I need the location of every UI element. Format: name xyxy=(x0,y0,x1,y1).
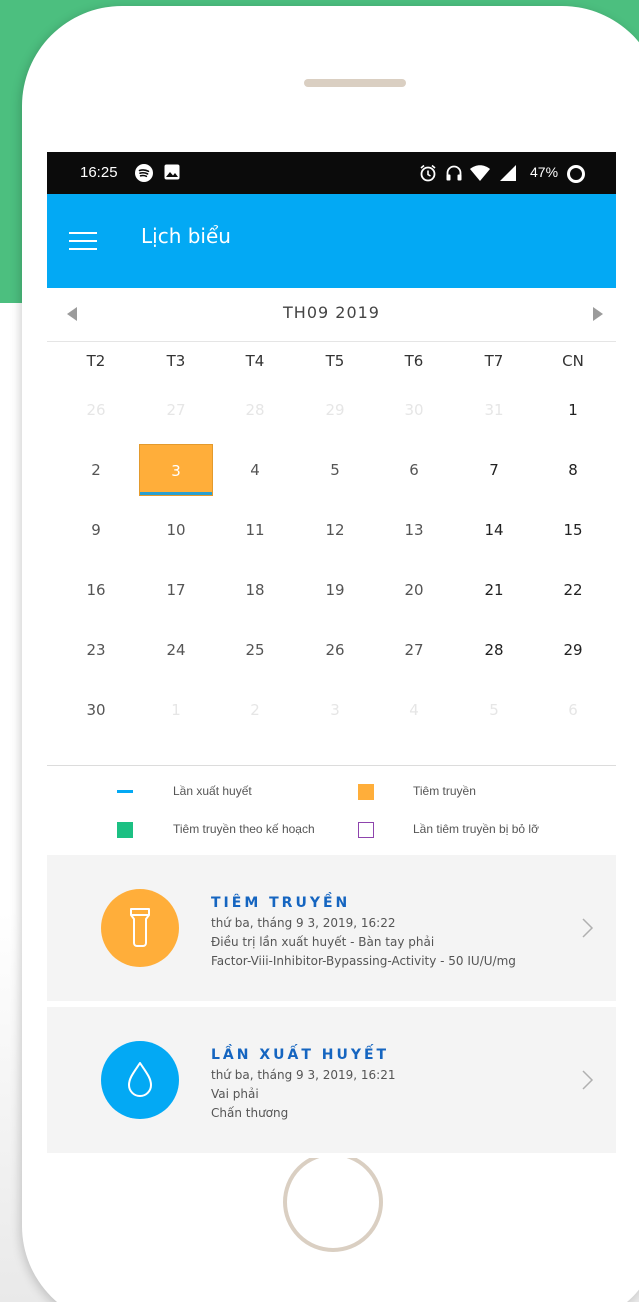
drop-icon xyxy=(101,1041,179,1119)
weekday-label: CN xyxy=(562,352,584,370)
page-title: Lịch biểu xyxy=(141,224,231,248)
calendar-legend: Lần xuất huyết Tiêm truyền Tiêm truyền t… xyxy=(47,765,616,855)
event-product: Factor-Viii-Inhibitor-Bypassing-Activity… xyxy=(211,954,516,968)
battery-percent: 47% xyxy=(530,164,559,180)
calendar-day[interactable]: 5 xyxy=(298,444,372,496)
calendar-day[interactable]: 27 xyxy=(377,624,451,676)
event-date: thứ ba, tháng 9 3, 2019, 16:21 xyxy=(211,1068,396,1082)
calendar-day[interactable]: 28 xyxy=(457,624,531,676)
next-month-arrow-icon[interactable] xyxy=(593,307,603,321)
event-card-infusion[interactable]: TIÊM TRUYỀN thứ ba, tháng 9 3, 2019, 16:… xyxy=(47,855,616,1001)
calendar-day[interactable]: 4 xyxy=(377,684,451,736)
calendar-day[interactable]: 11 xyxy=(218,504,292,556)
calendar-day[interactable]: 30 xyxy=(59,684,133,736)
status-bar: 16:25 47% xyxy=(47,152,616,194)
calendar-day[interactable]: 16 xyxy=(59,564,133,616)
calendar-day[interactable]: 6 xyxy=(377,444,451,496)
calendar-day[interactable]: 9 xyxy=(59,504,133,556)
cellular-signal-icon xyxy=(499,164,517,186)
alarm-icon xyxy=(419,164,437,186)
app-screen: 16:25 47% Lịch biểu TH09 2019 T2 T3 T4 T… xyxy=(47,152,616,1158)
missed-legend-swatch xyxy=(358,822,374,838)
calendar-day[interactable]: 29 xyxy=(298,384,372,436)
calendar-day[interactable]: 5 xyxy=(457,684,531,736)
calendar-day[interactable]: 25 xyxy=(218,624,292,676)
infusion-legend-swatch xyxy=(358,784,374,800)
calendar-day[interactable]: 8 xyxy=(536,444,610,496)
calendar-day[interactable]: 4 xyxy=(218,444,292,496)
calendar-day[interactable]: 12 xyxy=(298,504,372,556)
legend-bleed-label: Lần xuất huyết xyxy=(173,784,252,798)
calendar-day[interactable]: 27 xyxy=(139,384,213,436)
home-button[interactable] xyxy=(283,1152,383,1252)
calendar-day[interactable]: 2 xyxy=(218,684,292,736)
calendar-day[interactable]: 6 xyxy=(536,684,610,736)
calendar-day[interactable]: 21 xyxy=(457,564,531,616)
calendar-day[interactable]: 30 xyxy=(377,384,451,436)
bleed-legend-swatch xyxy=(117,790,133,793)
calendar-day[interactable]: 7 xyxy=(457,444,531,496)
calendar-day-grid: 26 27 28 29 30 31 1 2 3 4 5 6 7 8 9 10 11 12 13 14 15 16 17 18 1… xyxy=(47,384,616,754)
planned-legend-swatch xyxy=(117,822,133,838)
event-title: TIÊM TRUYỀN xyxy=(211,895,351,911)
calendar-day[interactable]: 14 xyxy=(457,504,531,556)
weekday-label: T4 xyxy=(245,352,265,370)
vial-icon xyxy=(101,889,179,967)
month-navigation: TH09 2019 xyxy=(47,288,616,342)
legend-infusion-label: Tiêm truyền xyxy=(413,784,476,798)
app-bar: Lịch biểu xyxy=(47,194,616,288)
calendar-day[interactable]: 15 xyxy=(536,504,610,556)
weekday-label: T2 xyxy=(86,352,106,370)
hamburger-menu-icon[interactable] xyxy=(69,232,97,252)
calendar-day[interactable]: 22 xyxy=(536,564,610,616)
calendar-day[interactable]: 10 xyxy=(139,504,213,556)
calendar-day[interactable]: 28 xyxy=(218,384,292,436)
calendar-day[interactable]: 2 xyxy=(59,444,133,496)
status-time: 16:25 xyxy=(80,164,118,181)
headset-icon xyxy=(445,164,463,186)
legend-missed-label: Lần tiêm truyền bị bỏ lỡ xyxy=(413,822,539,836)
spotify-icon xyxy=(135,164,153,186)
chevron-right-icon xyxy=(581,917,595,939)
event-title: LẦN XUẤT HUYẾT xyxy=(211,1047,390,1063)
event-detail: Điều trị lần xuất huyết - Bàn tay phải xyxy=(211,935,435,949)
chevron-right-icon xyxy=(581,1069,595,1091)
legend-planned-label: Tiêm truyền theo kế hoạch xyxy=(173,822,315,836)
calendar-day[interactable]: 1 xyxy=(139,684,213,736)
calendar-day[interactable]: 1 xyxy=(536,384,610,436)
calendar-day[interactable]: 29 xyxy=(536,624,610,676)
weekday-label: T5 xyxy=(325,352,345,370)
weekday-label: T6 xyxy=(404,352,424,370)
calendar-day[interactable]: 26 xyxy=(298,624,372,676)
event-location: Vai phải xyxy=(211,1087,259,1101)
weekday-label: T3 xyxy=(166,352,186,370)
battery-icon xyxy=(566,164,586,188)
month-label: TH09 2019 xyxy=(283,303,380,322)
calendar-day-selected[interactable]: 3 xyxy=(139,444,213,496)
calendar-day[interactable]: 17 xyxy=(139,564,213,616)
calendar-day[interactable]: 23 xyxy=(59,624,133,676)
calendar-day[interactable]: 18 xyxy=(218,564,292,616)
calendar-day[interactable]: 31 xyxy=(457,384,531,436)
calendar-day[interactable]: 20 xyxy=(377,564,451,616)
weekday-header-row: T2 T3 T4 T5 T6 T7 CN xyxy=(47,352,616,376)
calendar-day[interactable]: 3 xyxy=(298,684,372,736)
phone-speaker xyxy=(304,79,406,87)
event-card-bleed[interactable]: LẦN XUẤT HUYẾT thứ ba, tháng 9 3, 2019, … xyxy=(47,1007,616,1153)
calendar-day[interactable]: 24 xyxy=(139,624,213,676)
event-cause: Chấn thương xyxy=(211,1106,289,1120)
calendar-day[interactable]: 13 xyxy=(377,504,451,556)
wifi-icon xyxy=(469,164,491,186)
image-icon xyxy=(164,164,180,184)
calendar-day[interactable]: 19 xyxy=(298,564,372,616)
weekday-label: T7 xyxy=(484,352,504,370)
calendar-day[interactable]: 26 xyxy=(59,384,133,436)
event-date: thứ ba, tháng 9 3, 2019, 16:22 xyxy=(211,916,396,930)
